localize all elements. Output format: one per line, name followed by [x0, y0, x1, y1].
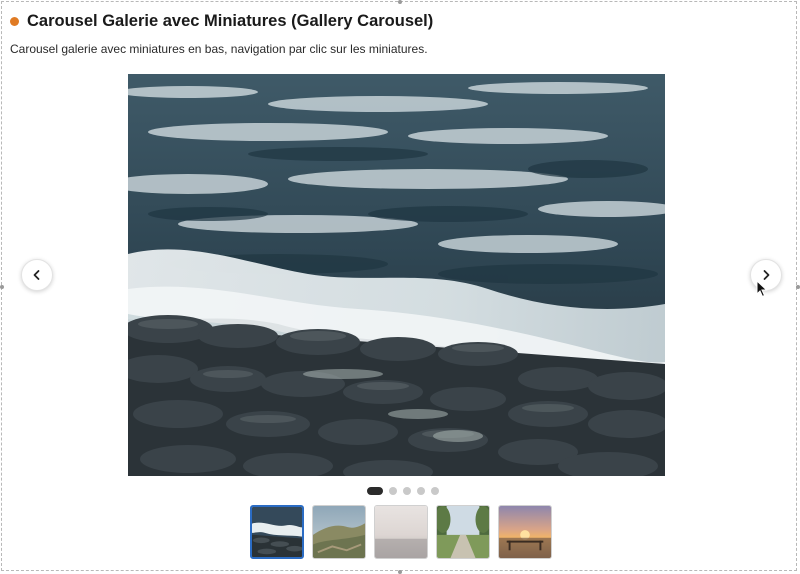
thumbnail-sunset-image: [499, 506, 551, 558]
pagination-dot-1[interactable]: [367, 487, 383, 495]
title-row: Carousel Galerie avec Miniatures (Galler…: [10, 10, 433, 32]
status-dot: [10, 16, 19, 26]
resize-handle-right[interactable]: [796, 285, 800, 289]
carousel-pagination: [367, 487, 445, 495]
thumbnail-horizon-image: [375, 506, 427, 558]
carousel-main-image: [128, 74, 665, 476]
pagination-dot-5[interactable]: [431, 487, 439, 495]
resize-handle-top[interactable]: [398, 0, 402, 4]
page-description: Carousel galerie avec miniatures en bas,…: [10, 42, 428, 56]
pagination-dot-3[interactable]: [403, 487, 411, 495]
resize-handle-left[interactable]: [0, 285, 4, 289]
thumbnail-hillside-image: [313, 506, 365, 558]
ocean-waves-image: [128, 74, 665, 476]
thumbnail-5[interactable]: [498, 505, 552, 559]
thumbnail-3[interactable]: [374, 505, 428, 559]
thumbnail-1[interactable]: [250, 505, 304, 559]
thumbnail-2[interactable]: [312, 505, 366, 559]
thumbnail-4[interactable]: [436, 505, 490, 559]
thumbnail-ocean-image: [252, 507, 302, 557]
thumbnail-path-image: [437, 506, 489, 558]
chevron-left-icon: [33, 270, 40, 280]
thumbnail-strip: [250, 505, 560, 559]
pagination-dot-2[interactable]: [389, 487, 397, 495]
resize-handle-bottom[interactable]: [398, 570, 402, 574]
carousel-prev-button[interactable]: [21, 259, 53, 291]
pagination-dot-4[interactable]: [417, 487, 425, 495]
page-title: Carousel Galerie avec Miniatures (Galler…: [27, 11, 434, 30]
mouse-cursor-icon: [756, 279, 768, 303]
